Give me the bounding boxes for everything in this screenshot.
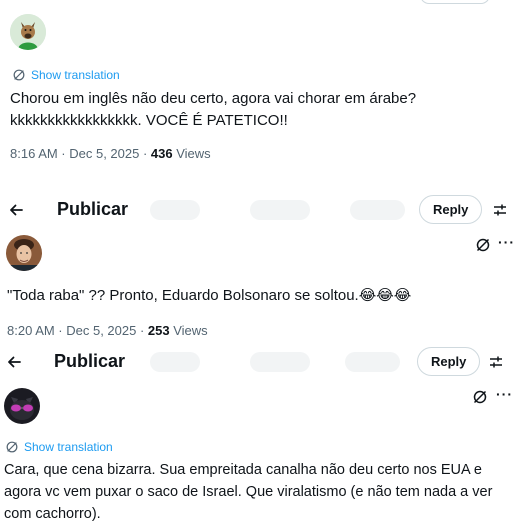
avatar-dog[interactable] — [10, 14, 46, 50]
blurred-placeholder — [150, 200, 200, 220]
views-count: 253 — [147, 323, 170, 338]
back-button[interactable] — [6, 200, 26, 220]
grok-button[interactable] — [471, 388, 489, 406]
show-translation-link[interactable]: Show translation — [12, 68, 120, 82]
back-button[interactable] — [4, 352, 24, 372]
tweet-text-line: Cara, que cena bizarra. Sua empreitada c… — [4, 462, 482, 478]
views-label: Views — [172, 146, 211, 161]
tweet-meta: 8:20 AM · Dec 5, 2025 · 253 Views — [7, 323, 208, 338]
more-button[interactable]: ··· — [498, 234, 515, 250]
tweet-meta: 8:16 AM · Dec 5, 2025 · 436 Views — [10, 146, 211, 161]
settings-button[interactable] — [490, 200, 510, 220]
tweet-timestamp[interactable]: 8:20 AM · Dec 5, 2025 · — [7, 323, 148, 338]
views-count: 436 — [150, 146, 173, 161]
compose-title: Publicar — [54, 351, 126, 371]
blurred-placeholder — [350, 200, 405, 220]
tweet-text: Chorou em inglês não deu certo, agora va… — [10, 88, 520, 132]
tweet-text-line: com cachorro). — [4, 506, 101, 522]
man-avatar-image — [6, 235, 42, 271]
settings-button[interactable] — [486, 352, 506, 372]
grok-icon — [476, 238, 490, 252]
more-button[interactable]: ··· — [496, 386, 513, 402]
sliders-icon — [490, 356, 502, 368]
views-label: Views — [169, 323, 208, 338]
reply-button[interactable]: Reply — [417, 347, 481, 376]
translate-icon — [6, 441, 18, 453]
tweet-text-line: agora vc vem puxar o saco de Israel. Que… — [4, 484, 493, 500]
blurred-placeholder — [345, 352, 400, 372]
arrow-left-icon — [10, 204, 23, 216]
top-reply-pill-fragment — [420, 0, 490, 4]
dog-avatar-image — [10, 14, 46, 50]
show-translation-link[interactable]: Show translation — [5, 440, 113, 454]
tweet-text-line: Chorou em inglês não deu certo, agora va… — [10, 90, 417, 107]
blurred-placeholder — [250, 352, 310, 372]
avatar-cat[interactable] — [4, 388, 40, 424]
show-translation-label: Show translation — [24, 440, 113, 454]
show-translation-label: Show translation — [31, 68, 120, 82]
arrow-left-icon — [8, 356, 21, 368]
tweet-text: "Toda raba" ?? Pronto, Eduardo Bolsonaro… — [7, 285, 411, 307]
sliders-icon — [494, 204, 506, 216]
tweet-text-content: "Toda raba" ?? Pronto, Eduardo Bolsonaro… — [7, 287, 359, 304]
tweet-timestamp[interactable]: 8:16 AM · Dec 5, 2025 · — [10, 146, 151, 161]
compose-title: Publicar — [57, 199, 129, 219]
emoji-laugh: 😂😂😂 — [358, 287, 412, 304]
grok-icon — [473, 390, 487, 404]
tweet-text-line: kkkkkkkkkkkkkkkkk. VOCÊ É PATETICO!! — [10, 112, 288, 129]
reply-bar: Publicar Reply — [0, 194, 532, 226]
translate-icon — [13, 69, 25, 81]
blurred-placeholder — [250, 200, 310, 220]
tweet-text: Cara, que cena bizarra. Sua empreitada c… — [4, 459, 528, 525]
blurred-placeholder — [150, 352, 200, 372]
grok-button[interactable] — [474, 236, 492, 254]
cat-avatar-image — [4, 388, 40, 424]
reply-button[interactable]: Reply — [419, 195, 483, 224]
avatar-man[interactable] — [6, 235, 42, 271]
reply-bar: Publicar Reply — [0, 346, 532, 378]
